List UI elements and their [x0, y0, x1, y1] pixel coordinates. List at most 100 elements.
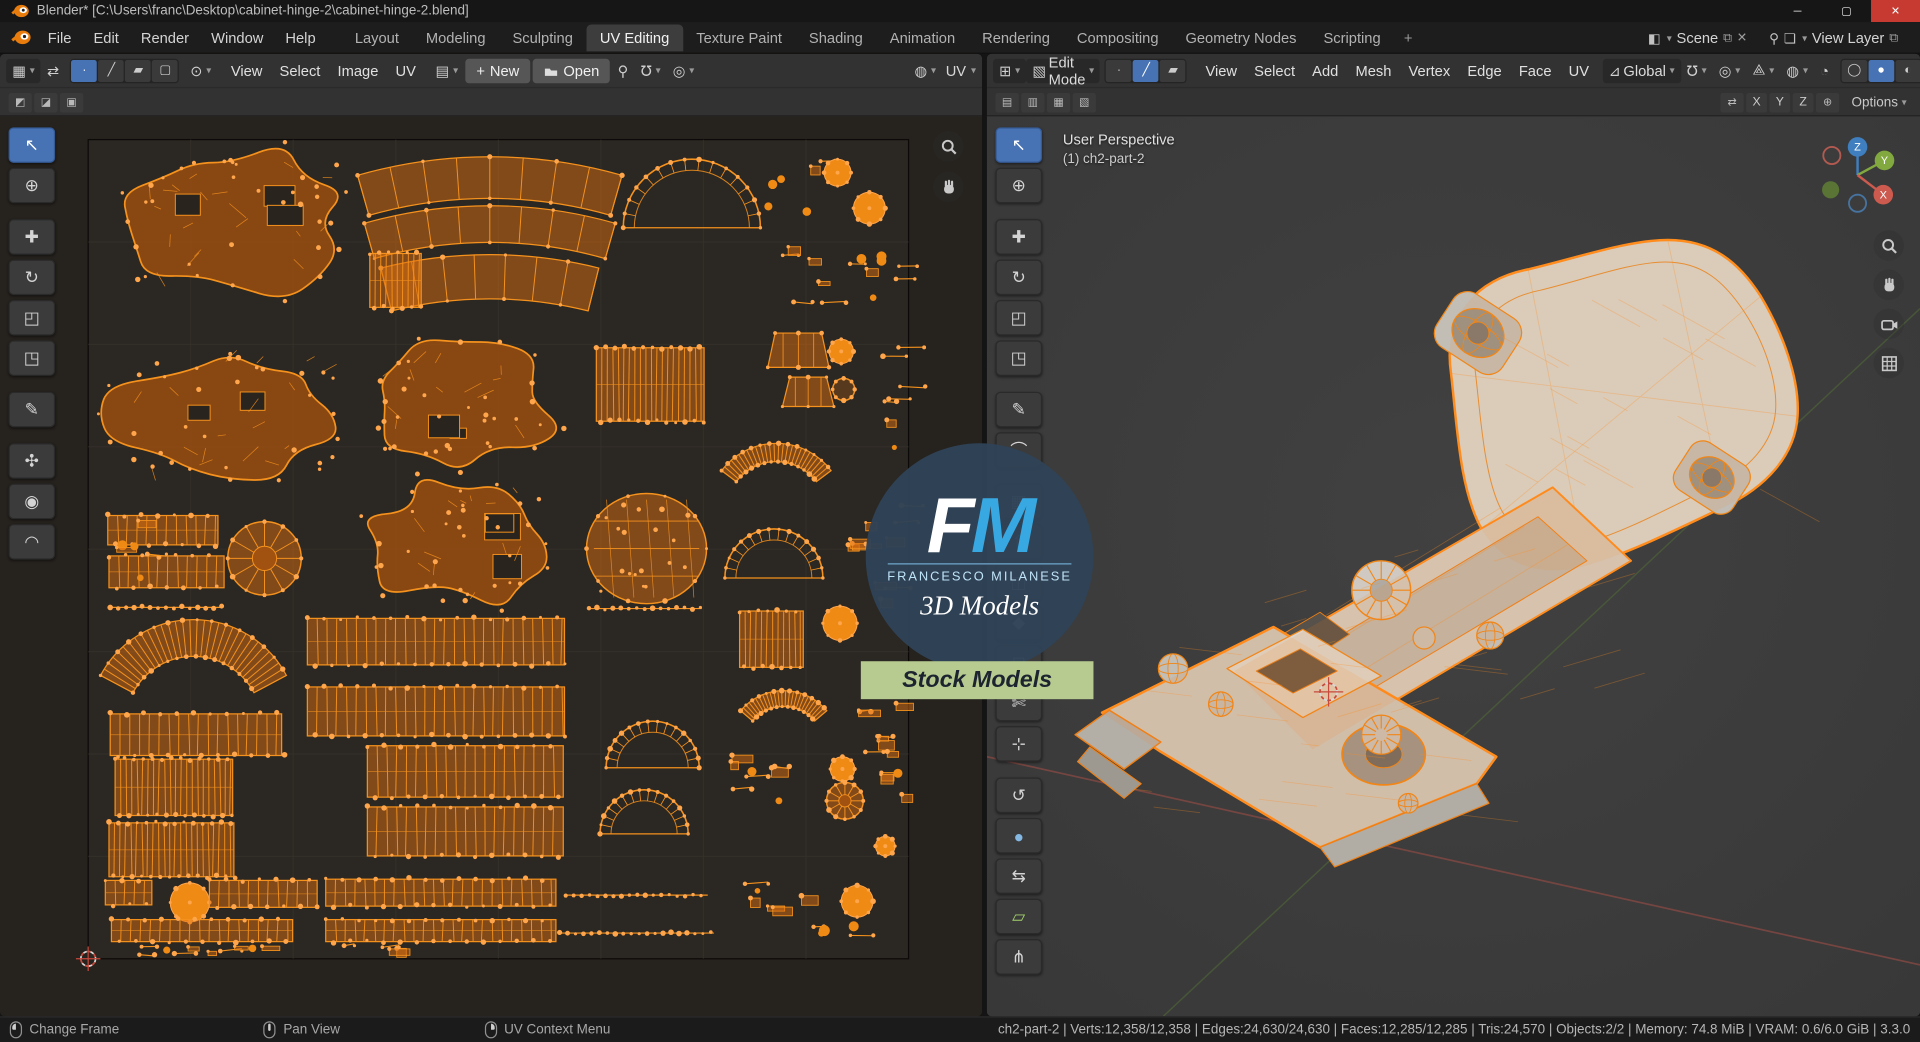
- tool-shear[interactable]: ▱: [995, 898, 1043, 935]
- editor-type-button[interactable]: ▦ ▾: [6, 58, 41, 83]
- zoom-icon[interactable]: [933, 131, 964, 162]
- vp-header-toggle-4[interactable]: ▧: [1072, 92, 1096, 113]
- menu-render[interactable]: Render: [130, 24, 200, 51]
- tool-rip-region[interactable]: ⋔: [995, 939, 1043, 975]
- vp-select-mode-vertex[interactable]: ∙: [1106, 59, 1132, 82]
- tool-move[interactable]: ✚: [995, 219, 1043, 255]
- copy-view-layer-icon[interactable]: ⧉: [1889, 31, 1898, 44]
- tool-relax[interactable]: ◉: [8, 483, 56, 520]
- mirror-axis-x[interactable]: X: [1746, 92, 1768, 113]
- pan-hand-icon[interactable]: [933, 171, 964, 203]
- shading-wireframe-button[interactable]: ◯: [1841, 59, 1867, 82]
- tool-rotate[interactable]: ↻: [995, 259, 1043, 296]
- menu-help[interactable]: Help: [274, 24, 326, 51]
- transform-orientation[interactable]: ⊿ Global ▾: [1602, 58, 1681, 83]
- camera-view-icon[interactable]: [1873, 308, 1905, 340]
- orthographic-grid-icon[interactable]: [1873, 347, 1905, 379]
- mirror-icon[interactable]: ⇄: [1720, 92, 1744, 113]
- maximize-button[interactable]: ▢: [1822, 0, 1871, 22]
- snap-button[interactable]: ℧ ▾: [1681, 58, 1713, 82]
- tool-cursor-2d[interactable]: ⊕: [8, 167, 56, 204]
- uv-layout-view[interactable]: [0, 116, 983, 1017]
- blender-icon[interactable]: [10, 28, 32, 46]
- tool-move[interactable]: ✚: [8, 219, 56, 255]
- uv-sync-toggle[interactable]: ⇄: [41, 58, 66, 82]
- add-workspace-button[interactable]: +: [1394, 24, 1422, 51]
- uv-header-toggle-3[interactable]: ▣: [59, 92, 84, 113]
- menu-file[interactable]: File: [37, 24, 83, 51]
- tool-annotate[interactable]: ✎: [995, 391, 1043, 428]
- new-scene-icon[interactable]: ⧉: [1723, 31, 1732, 44]
- image-open-button[interactable]: Open: [532, 58, 611, 83]
- vp-select-mode-edge[interactable]: ╱: [1133, 59, 1159, 82]
- viewport-3d-view[interactable]: [986, 116, 1920, 1017]
- uv-select-mode-edge[interactable]: ╱: [98, 59, 125, 82]
- tool-spin[interactable]: ↺: [995, 777, 1043, 814]
- workspace-tab-compositing[interactable]: Compositing: [1063, 24, 1172, 51]
- viewport-canvas[interactable]: User Perspective (1) ch2-part-2 Z Y X ↖ …: [986, 116, 1920, 1017]
- uv-menu-view[interactable]: View: [222, 62, 271, 79]
- uv-menu-image[interactable]: Image: [329, 62, 387, 79]
- tool-annotate[interactable]: ✎: [8, 391, 56, 428]
- uv-menu-uv[interactable]: UV: [387, 62, 425, 79]
- workspace-tab-scripting[interactable]: Scripting: [1310, 24, 1394, 51]
- tool-transform[interactable]: ◳: [8, 340, 56, 376]
- uv-canvas[interactable]: ↖ ⊕ ✚ ↻ ◰ ◳ ✎ ✣ ◉ ◠: [0, 116, 983, 1017]
- proportional-edit-button[interactable]: ◎ ▾: [1713, 58, 1747, 82]
- xray-toggle[interactable]: ◔: [1814, 58, 1835, 82]
- uv-select-mode-island[interactable]: ▢: [152, 59, 179, 82]
- show-gizmo-toggle[interactable]: ⟁ ▾: [1746, 58, 1780, 82]
- vp-header-toggle-2[interactable]: ▥: [1021, 92, 1045, 113]
- uv-menu-select[interactable]: Select: [271, 62, 329, 79]
- vp-header-toggle-3[interactable]: ▦: [1046, 92, 1071, 113]
- tool-poly-build[interactable]: ⊹: [995, 726, 1043, 762]
- workspace-tab-animation[interactable]: Animation: [876, 24, 968, 51]
- uv-header-toggle-1[interactable]: ◩: [8, 92, 32, 113]
- shading-material-button[interactable]: ◐: [1895, 59, 1920, 82]
- vp-menu-select[interactable]: Select: [1246, 62, 1304, 79]
- vp-menu-face[interactable]: Face: [1510, 62, 1560, 79]
- mirror-axis-z[interactable]: Z: [1792, 92, 1814, 113]
- pan-hand-icon[interactable]: [1873, 269, 1905, 300]
- overlays-toggle[interactable]: ◍ ▾: [1780, 58, 1814, 82]
- tool-tweak-select[interactable]: ↖: [8, 127, 56, 163]
- zoom-icon[interactable]: [1873, 230, 1905, 261]
- tool-scale[interactable]: ◰: [995, 299, 1043, 336]
- workspace-tab-rendering[interactable]: Rendering: [969, 24, 1064, 51]
- options-dropdown[interactable]: Options ▾: [1845, 90, 1912, 114]
- workspace-tab-layout[interactable]: Layout: [341, 24, 412, 51]
- view-layer-name[interactable]: View Layer: [1812, 29, 1884, 46]
- uv-select-mode-vertex[interactable]: ∙: [71, 59, 98, 82]
- vp-menu-mesh[interactable]: Mesh: [1347, 62, 1400, 79]
- uv-select-mode-face[interactable]: ▰: [125, 59, 152, 82]
- tool-pinch[interactable]: ◠: [8, 524, 56, 560]
- workspace-tab-modeling[interactable]: Modeling: [412, 24, 499, 51]
- vp-menu-view[interactable]: View: [1197, 62, 1246, 79]
- image-browse-button[interactable]: ▤ ▾: [429, 58, 464, 82]
- vp-menu-add[interactable]: Add: [1304, 62, 1347, 79]
- workspace-tab-uv-editing[interactable]: UV Editing: [586, 23, 683, 51]
- pin-icon[interactable]: ⚲: [1769, 30, 1779, 46]
- vp-menu-edge[interactable]: Edge: [1459, 62, 1510, 79]
- scene-name[interactable]: Scene: [1677, 29, 1719, 46]
- editor-type-button[interactable]: ⊞ ▾: [993, 58, 1027, 83]
- tool-tweak-select[interactable]: ↖: [995, 127, 1043, 163]
- mirror-axis-y[interactable]: Y: [1769, 92, 1791, 113]
- minimize-button[interactable]: ─: [1773, 0, 1822, 22]
- tool-grab[interactable]: ✣: [8, 443, 56, 479]
- mode-selector[interactable]: ▧ Edit Mode ▾: [1026, 54, 1101, 88]
- tool-rotate[interactable]: ↻: [8, 259, 56, 296]
- snap-target-icon[interactable]: ⊕: [1815, 92, 1840, 113]
- menu-edit[interactable]: Edit: [82, 24, 129, 51]
- close-button[interactable]: ✕: [1871, 0, 1920, 23]
- overlays-toggle[interactable]: ◍ ▾: [908, 58, 942, 82]
- display-channel[interactable]: UV: [942, 62, 970, 79]
- workspace-tab-geometry-nodes[interactable]: Geometry Nodes: [1172, 24, 1310, 51]
- shading-solid-button[interactable]: ●: [1868, 59, 1894, 82]
- tool-transform[interactable]: ◳: [995, 340, 1043, 376]
- tool-scale[interactable]: ◰: [8, 299, 56, 336]
- workspace-tab-texture-paint[interactable]: Texture Paint: [683, 24, 796, 51]
- pin-button[interactable]: ⚲: [612, 58, 635, 82]
- tool-edge-slide[interactable]: ⇆: [995, 858, 1043, 894]
- vp-select-mode-face[interactable]: ▰: [1160, 59, 1186, 82]
